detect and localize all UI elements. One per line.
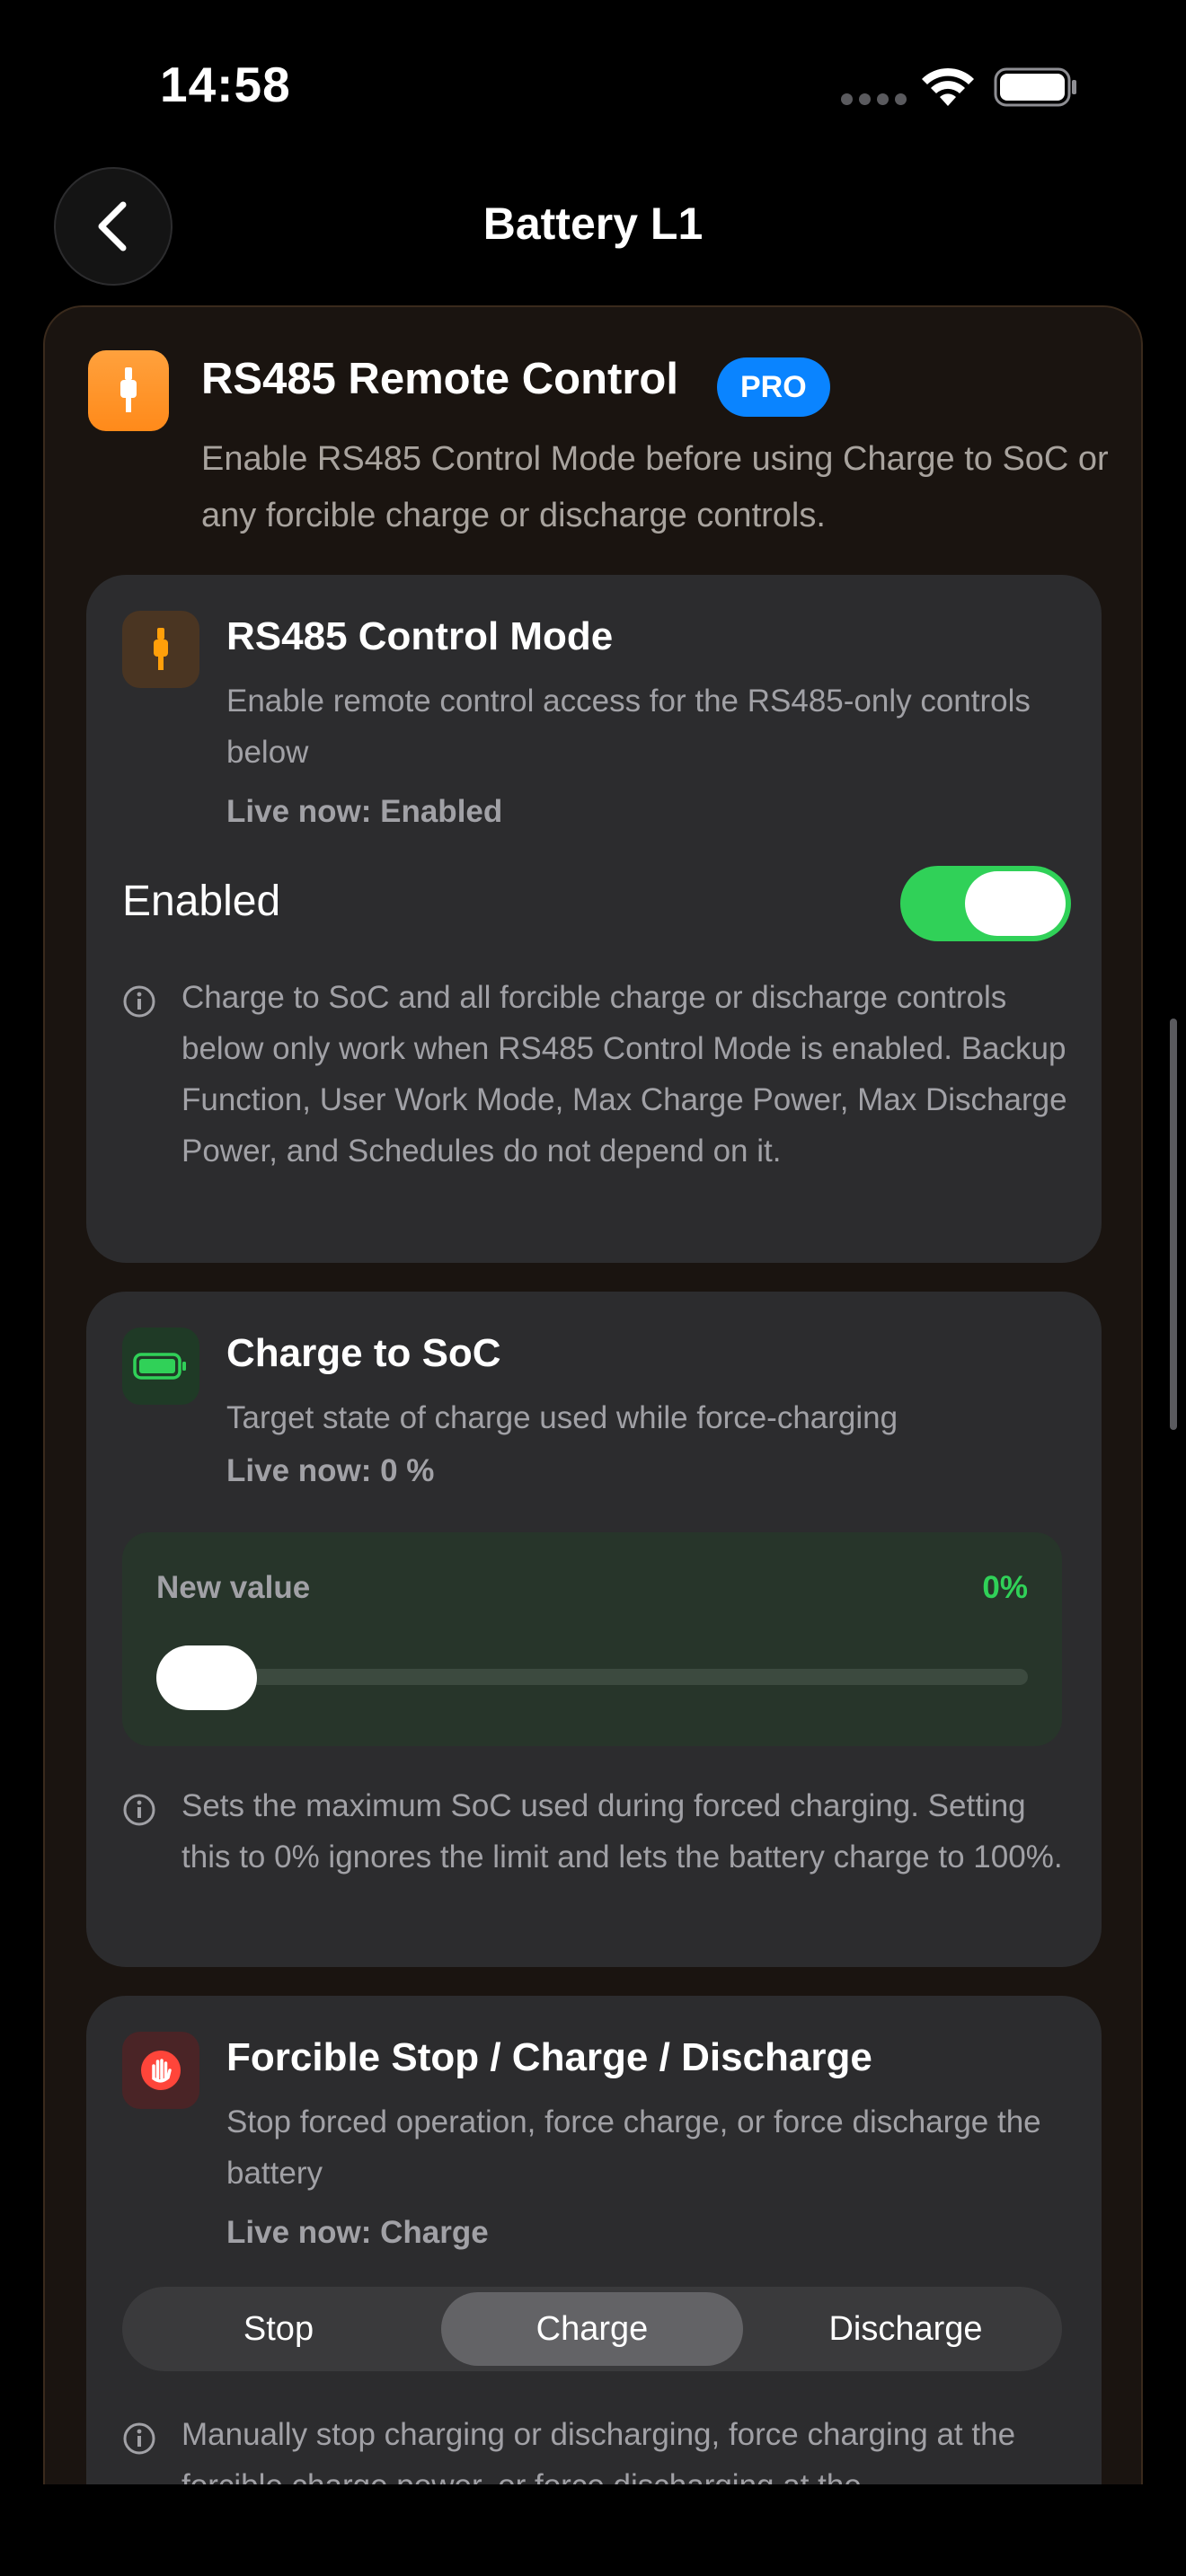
- hand-raised-icon: [122, 2032, 199, 2109]
- segment-stop[interactable]: Stop: [128, 2292, 429, 2366]
- forcible-description: Stop forced operation, force charge, or …: [226, 2104, 1041, 2191]
- control-mode-title: RS485 Control Mode: [226, 614, 614, 658]
- status-time: 14:58: [160, 57, 291, 112]
- charge-soc-info: Sets the maximum SoC used during forced …: [122, 1786, 1075, 1947]
- cable-connector-icon: [122, 611, 199, 688]
- control-mode-card: RS485 Control Mode Enable remote control…: [86, 575, 1102, 1263]
- screen: 14:58 Battery L1 RS485 Remote Control PR…: [0, 0, 1186, 2576]
- scroll-indicator[interactable]: [1170, 1019, 1177, 1430]
- rs485-section: RS485 Remote Control PRO Enable RS485 Co…: [43, 305, 1143, 2576]
- toggle-label: Enabled: [122, 878, 281, 925]
- segment-charge[interactable]: Charge: [441, 2292, 743, 2366]
- charge-soc-card: Charge to SoC Target state of charge use…: [86, 1292, 1102, 1967]
- wifi-icon: [922, 67, 974, 106]
- slider-value: 0%: [982, 1570, 1028, 1605]
- charge-soc-info-text: Sets the maximum SoC used during forced …: [181, 1788, 1063, 1875]
- cable-connector-icon: [88, 350, 169, 431]
- info-circle-icon: [123, 985, 155, 1018]
- page-title: Battery L1: [482, 198, 704, 249]
- slider-label: New value: [156, 1570, 311, 1605]
- soc-slider-track[interactable]: [156, 1669, 1028, 1685]
- section-description: Enable RS485 Control Mode before using C…: [201, 440, 1109, 534]
- charge-soc-title: Charge to SoC: [226, 1331, 501, 1375]
- toggle-knob: [965, 871, 1066, 936]
- pro-badge: PRO: [717, 357, 830, 417]
- control-mode-live-status: Live now: Enabled: [226, 794, 503, 829]
- section-title: RS485 Remote Control: [201, 355, 678, 403]
- control-mode-info-text: Charge to SoC and all forcible charge or…: [181, 980, 1067, 1169]
- cellular-signal-icon: [841, 93, 913, 106]
- segment-discharge[interactable]: Discharge: [755, 2292, 1057, 2366]
- control-mode-description: Enable remote control access for the RS4…: [226, 684, 1031, 770]
- soc-slider-box: New value 0%: [122, 1532, 1062, 1746]
- charge-soc-description: Target state of charge used while force-…: [226, 1400, 898, 1435]
- info-circle-icon: [123, 2422, 155, 2455]
- soc-slider-knob[interactable]: [156, 1645, 257, 1710]
- battery-full-icon: [122, 1328, 199, 1405]
- status-bar: 14:58: [0, 0, 1186, 171]
- charge-soc-live-status: Live now: 0 %: [226, 1453, 435, 1488]
- forcible-live-status: Live now: Charge: [226, 2215, 489, 2250]
- forcible-mode-selector: Stop Charge Discharge: [122, 2287, 1062, 2371]
- info-circle-icon: [123, 1794, 155, 1826]
- control-mode-info: Charge to SoC and all forcible charge or…: [122, 977, 1075, 1238]
- forcible-title: Forcible Stop / Charge / Discharge: [226, 2035, 872, 2079]
- bottom-edge: [0, 2484, 1186, 2576]
- battery-icon: [994, 67, 1076, 107]
- control-mode-toggle[interactable]: [900, 866, 1071, 941]
